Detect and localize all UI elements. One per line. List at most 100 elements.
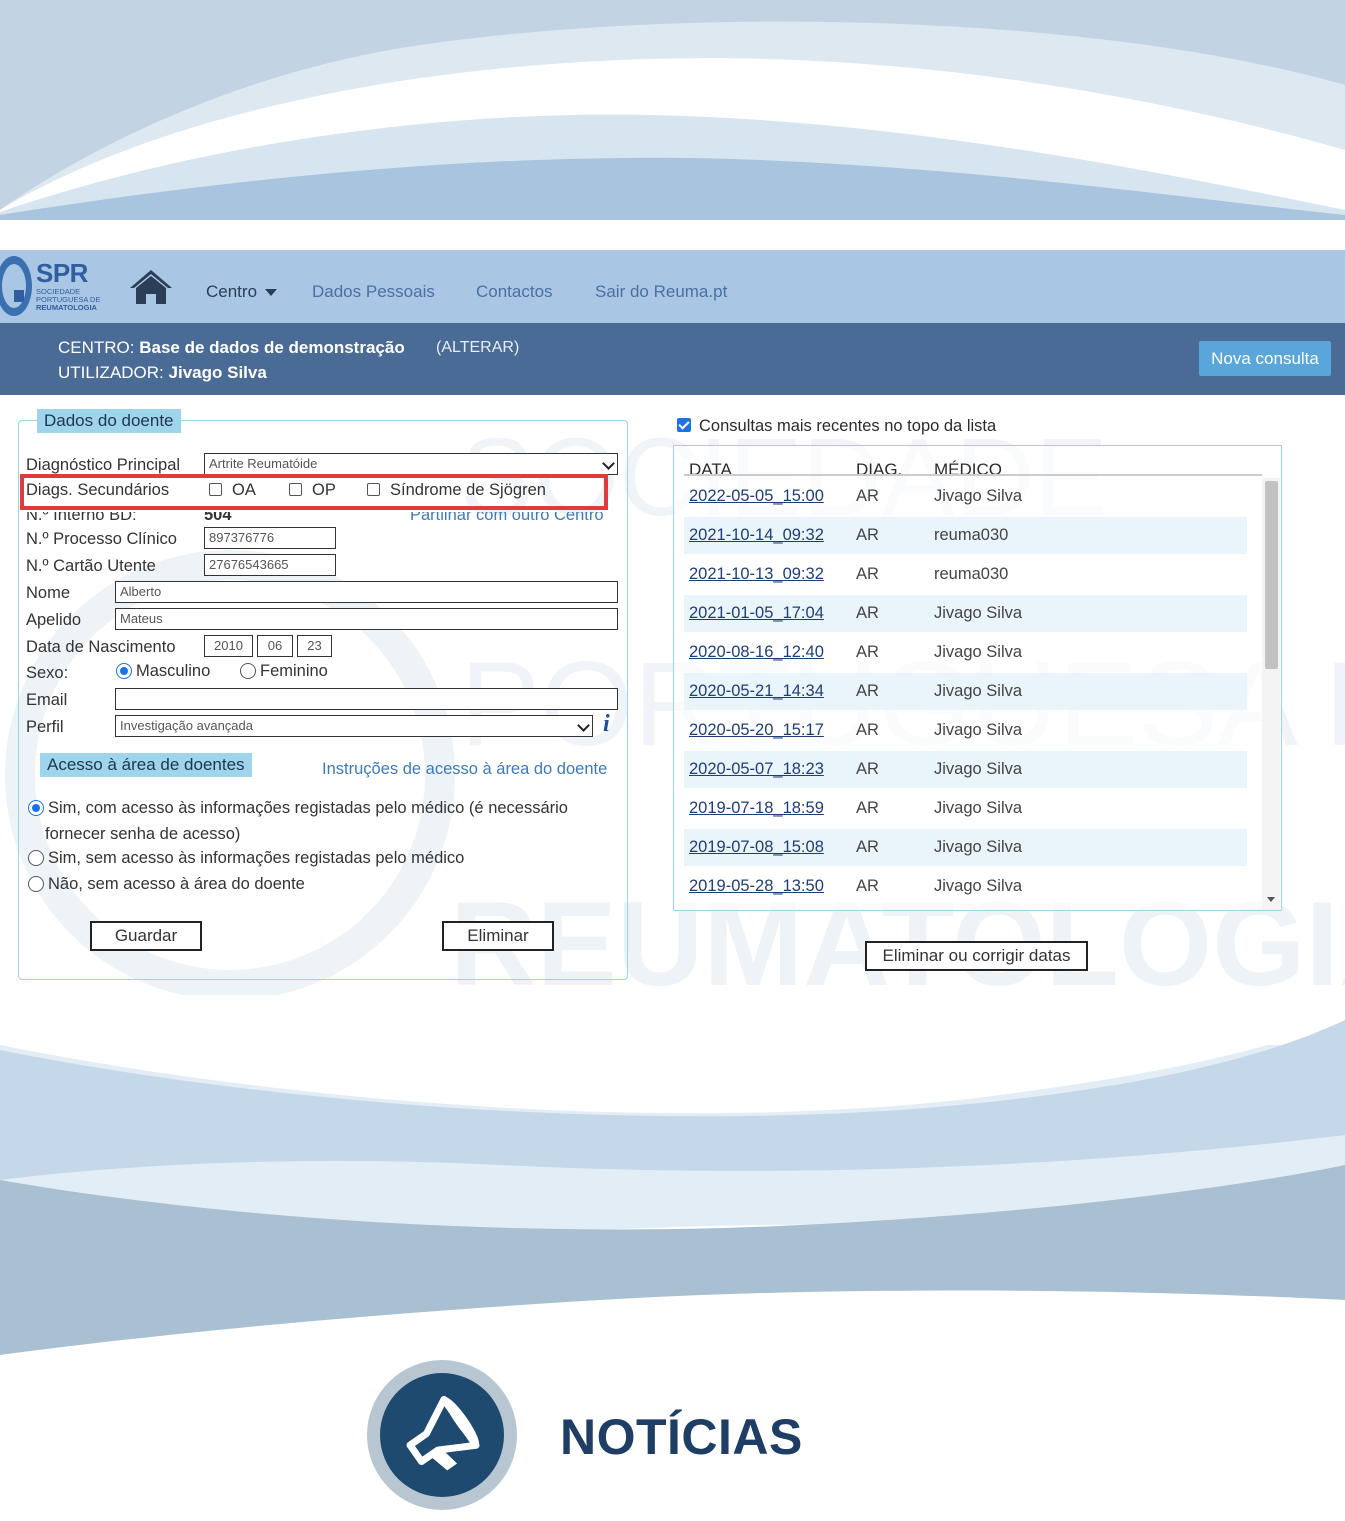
info-icon[interactable]: i [603,711,610,738]
centro-line: CENTRO: Base de dados de demonstração [58,338,405,357]
nascimento-label: Data de Nascimento [26,638,176,656]
consulta-date-link[interactable]: 2020-05-07_18:23 [689,760,824,779]
nome-input[interactable]: Alberto [115,581,618,603]
consulta-diag: AR [856,799,879,817]
perfil-select[interactable]: Investigação avançada [115,715,593,737]
acesso-opt1-label: Sim, com acesso às informações registada… [48,799,568,817]
table-row: 2021-10-13_09:32 AR reuma030 [684,556,1247,593]
consulta-medico: reuma030 [934,526,1009,544]
consulta-medico: Jivago Silva [934,487,1023,505]
cartao-label: N.º Cartão Utente [26,557,156,575]
chevron-down-icon [602,457,615,470]
home-icon[interactable] [128,268,174,306]
acesso-legend: Acesso à área de doentes [40,753,252,777]
table-row: 2019-07-18_18:59 AR Jivago Silva [684,790,1247,827]
nasc-ano-input[interactable]: 2010 [204,635,253,657]
nav-contactos[interactable]: Contactos [476,282,553,302]
consultas-topo-checkbox[interactable] [677,418,691,432]
chevron-down-icon [577,719,590,732]
sexo-masculino-label: Masculino [136,662,211,680]
eliminar-button[interactable]: Eliminar [442,921,554,951]
acesso-opt2-radio[interactable] [28,850,44,866]
instrucoes-link[interactable]: Instruções de acesso à área do doente [322,760,607,779]
table-row: 2020-05-07_18:23 AR Jivago Silva [684,751,1247,788]
consulta-medico: Jivago Silva [934,877,1023,895]
consulta-medico: Jivago Silva [934,838,1023,856]
nova-consulta-button[interactable]: Nova consulta [1199,341,1331,376]
eliminar-corrigir-datas-button[interactable]: Eliminar ou corrigir datas [865,941,1088,971]
consulta-date-link[interactable]: 2020-08-16_12:40 [689,643,824,662]
consulta-date-link[interactable]: 2019-07-08_15:08 [689,838,824,857]
table-header-divider [684,474,1262,476]
consulta-date-link[interactable]: 2021-01-05_17:04 [689,604,824,623]
apelido-label: Apelido [26,611,82,629]
consulta-date-link[interactable]: 2019-07-18_18:59 [689,799,824,818]
top-wave-decoration [0,0,1345,220]
processo-input[interactable]: 897376776 [204,527,336,549]
acesso-opt3-radio[interactable] [28,876,44,892]
consulta-date-link[interactable]: 2019-05-28_13:50 [689,877,824,896]
consulta-date-link[interactable]: 2020-05-21_14:34 [689,682,824,701]
consulta-diag: AR [856,604,879,622]
consulta-date-link[interactable]: 2022-05-05_15:00 [689,487,824,506]
sexo-masculino-radio[interactable] [116,663,132,679]
sexo-feminino-radio[interactable] [240,663,256,679]
nome-label: Nome [26,584,71,602]
nav-sair[interactable]: Sair do Reuma.pt [595,282,727,302]
megaphone-icon [406,1395,480,1471]
table-row: 2020-08-16_12:40 AR Jivago Silva [684,634,1247,671]
table-row: 2022-05-05_15:00 AR Jivago Silva [684,478,1247,515]
consulta-medico: Jivago Silva [934,643,1023,661]
nasc-mes-input[interactable]: 06 [257,635,293,657]
processo-label: N.º Processo Clínico [26,530,177,548]
centro-header: CENTRO: Base de dados de demonstração (A… [0,323,1345,395]
consulta-medico: Jivago Silva [934,604,1023,622]
consulta-diag: AR [856,643,879,661]
spr-emblem-icon [0,256,32,316]
dados-doente-legend: Dados do doente [37,409,181,433]
consulta-diag: AR [856,721,879,739]
utilizador-line: UTILIZADOR: Jivago Silva [58,363,267,382]
guardar-button[interactable]: Guardar [90,921,202,951]
consulta-diag: AR [856,487,879,505]
consulta-diag: AR [856,682,879,700]
centro-name: Base de dados de demonstração [139,338,405,357]
perfil-label: Perfil [26,718,64,736]
diag-principal-label: Diagnóstico Principal [26,456,181,474]
acesso-opt3-label: Não, sem acesso à área do doente [48,875,305,893]
table-row: 2019-05-28_13:50 AR Jivago Silva [684,868,1247,905]
bottom-wave-decoration [0,1015,1345,1355]
diag-principal-select[interactable]: Artrite Reumatóide [204,453,618,475]
alterar-link[interactable]: (ALTERAR) [436,339,519,357]
col-header-data: DATA [689,460,732,479]
apelido-input[interactable]: Mateus [115,608,618,630]
acesso-opt2-label: Sim, sem acesso às informações registada… [48,849,465,867]
consulta-date-link[interactable]: 2021-10-13_09:32 [689,565,824,584]
acesso-opt1-label-cont: fornecer senha de acesso) [45,825,241,843]
nav-centro-dropdown[interactable]: Centro [206,282,278,302]
acesso-opt1-radio[interactable] [28,800,44,816]
consulta-date-link[interactable]: 2020-05-20_15:17 [689,721,824,740]
col-header-diag: DIAG. [856,460,903,479]
sexo-feminino-label: Feminino [260,662,328,680]
nasc-dia-input[interactable]: 23 [297,635,332,657]
consulta-date-link[interactable]: 2021-10-14_09:32 [689,526,824,545]
sexo-label: Sexo: [26,664,69,682]
spr-logo[interactable]: SPR SOCIEDADE PORTUGUESA DE REUMATOLOGIA [0,252,110,320]
noticias-title: NOTÍCIAS [560,1409,803,1465]
consulta-diag: AR [856,526,879,544]
consulta-medico: reuma030 [934,565,1009,583]
nav-dados-pessoais[interactable]: Dados Pessoais [312,282,435,302]
caret-down-icon [265,289,278,297]
email-input[interactable] [115,688,618,710]
user-name: Jivago Silva [168,363,267,382]
logo-text: SPR [36,258,88,288]
cartao-input[interactable]: 27676543665 [204,554,336,576]
highlight-box [20,474,608,510]
scroll-down-icon[interactable] [1267,897,1275,902]
consulta-medico: Jivago Silva [934,682,1023,700]
consulta-medico: Jivago Silva [934,799,1023,817]
consulta-diag: AR [856,838,879,856]
table-scrollbar-thumb[interactable] [1265,481,1278,669]
col-header-medico: MÉDICO [934,460,1002,479]
